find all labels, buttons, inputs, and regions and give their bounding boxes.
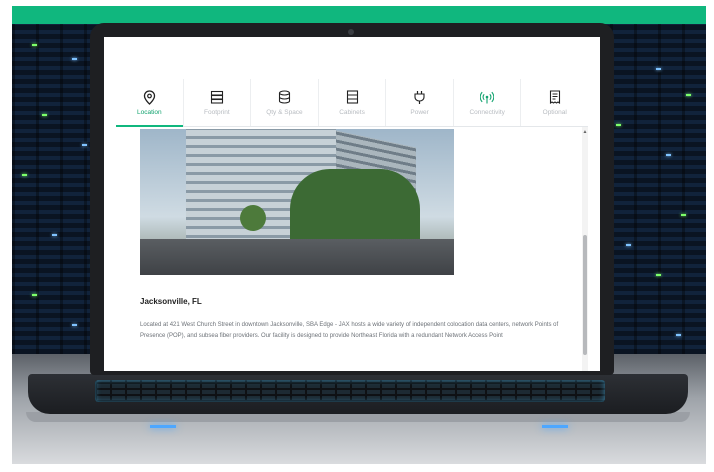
keyboard-glow-right [542, 425, 568, 428]
cabinet-icon [344, 89, 360, 105]
location-city: Jacksonville, FL [140, 297, 202, 306]
tab-label: Optional [542, 109, 567, 116]
server-stack-icon [209, 89, 225, 105]
laptop-keyboard [95, 380, 605, 402]
map-pin-icon [141, 89, 157, 105]
site-header [104, 37, 600, 77]
database-icon [276, 89, 292, 105]
tab-optional[interactable]: Optional [521, 79, 588, 126]
power-plug-icon [412, 89, 428, 105]
tab-power[interactable]: Power [386, 79, 454, 126]
scroll-up-arrow-icon[interactable]: ▲ [582, 129, 588, 135]
building-photo [140, 129, 454, 275]
tab-cabinets[interactable]: Cabinets [319, 79, 387, 126]
tab-qty-space[interactable]: Qty & Space [251, 79, 319, 126]
tab-label: Qty & Space [266, 109, 303, 116]
receipt-icon [547, 89, 563, 105]
tab-label: Location [137, 109, 162, 116]
tab-footprint[interactable]: Footprint [184, 79, 252, 126]
keyboard-glow-left [150, 425, 176, 428]
tab-label: Cabinets [339, 109, 365, 116]
configurator-tabs: Location Footprint Qty & Space Cabinets [116, 79, 588, 127]
tab-label: Connectivity [469, 109, 505, 116]
tab-label: Footprint [204, 109, 230, 116]
tab-label: Power [410, 109, 429, 116]
signal-icon [479, 89, 495, 105]
tab-location[interactable]: Location [116, 79, 184, 127]
webcam [348, 29, 354, 35]
panel-scrollbar[interactable]: ▲ [582, 127, 588, 371]
laptop-screen: Location Footprint Qty & Space Cabinets [104, 37, 600, 371]
scrollbar-thumb[interactable] [583, 235, 587, 355]
brand-color-bar [12, 6, 706, 24]
tab-connectivity[interactable]: Connectivity [454, 79, 522, 126]
location-panel: Jacksonville, FL Located at 421 West Chu… [116, 127, 588, 371]
location-description: Located at 421 West Church Street in dow… [140, 322, 559, 339]
laptop-lid: Location Footprint Qty & Space Cabinets [90, 23, 614, 375]
